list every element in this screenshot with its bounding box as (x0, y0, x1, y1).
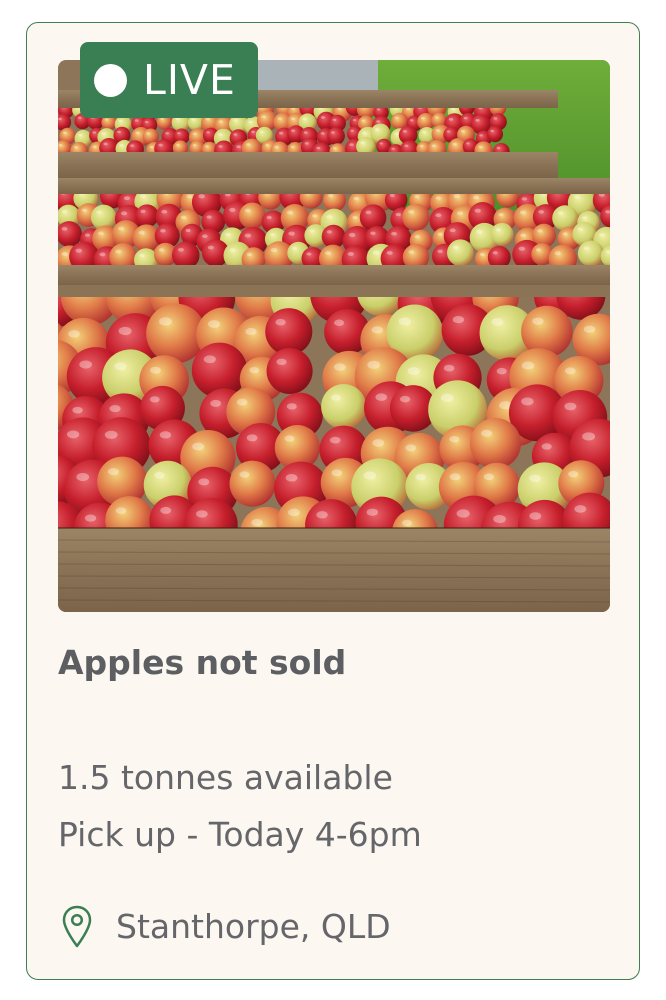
location-label: Stanthorpe, QLD (116, 907, 391, 947)
live-dot-icon (94, 63, 127, 97)
listing-card[interactable]: LIVE Apples not sold 1.5 tonnes availabl… (26, 22, 640, 980)
listing-title: Apples not sold (58, 643, 347, 682)
apples-photo (58, 60, 610, 612)
map-pin-icon (62, 905, 92, 948)
listing-pickup-time: Pick up - Today 4-6pm (58, 815, 422, 854)
listing-location: Stanthorpe, QLD (62, 905, 391, 949)
live-badge-label: LIVE (143, 55, 236, 104)
listing-quantity: 1.5 tonnes available (58, 758, 393, 797)
live-badge: LIVE (80, 42, 258, 118)
